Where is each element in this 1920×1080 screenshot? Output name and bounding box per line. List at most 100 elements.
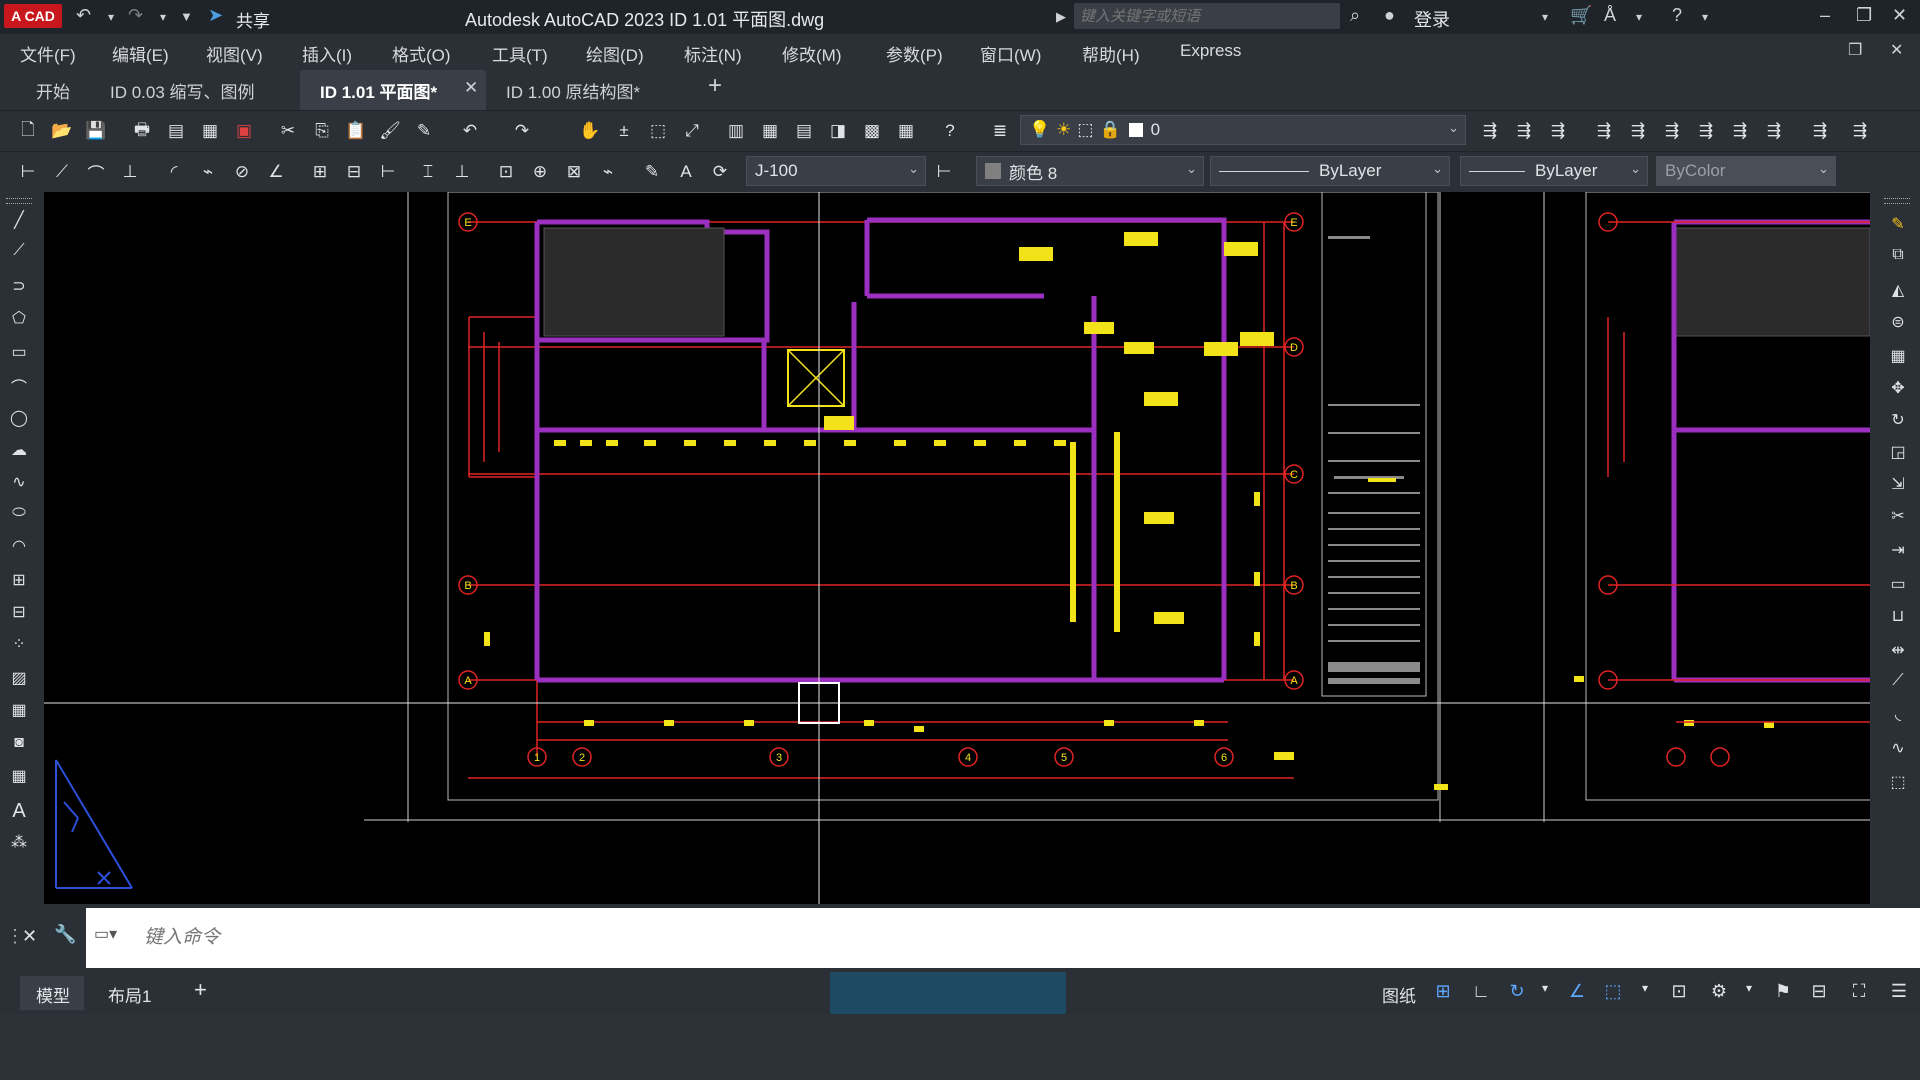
copy-icon[interactable]: ⎘ bbox=[308, 117, 336, 145]
layer-properties-icon[interactable]: ≣ bbox=[986, 117, 1014, 145]
pdf-icon[interactable]: ▣ bbox=[230, 117, 258, 145]
blend-curves-icon[interactable]: ∿ bbox=[1886, 738, 1910, 762]
break-point-icon[interactable]: ▭ bbox=[1886, 574, 1910, 598]
move-icon[interactable]: ✥ bbox=[1886, 378, 1910, 402]
jogged-linear-icon[interactable]: ⌁ bbox=[594, 158, 622, 186]
match-properties-icon[interactable]: 🖌 bbox=[376, 117, 404, 145]
restore-icon[interactable]: ❐ bbox=[1856, 5, 1872, 26]
autodesk-a360-icon[interactable]: Å bbox=[1604, 5, 1616, 26]
doc-close-icon[interactable]: ✕ bbox=[1890, 40, 1903, 60]
fullscreen-icon[interactable]: ⛶ bbox=[1846, 981, 1872, 1007]
radius-dim-icon[interactable]: ◜ bbox=[160, 158, 188, 186]
menu-window[interactable]: 窗口(W) bbox=[980, 41, 1041, 66]
ellipse-icon[interactable]: ⬭ bbox=[7, 504, 31, 528]
pan-icon[interactable]: ✋ bbox=[576, 117, 604, 145]
cut-icon[interactable]: ✂ bbox=[274, 117, 302, 145]
menu-help[interactable]: 帮助(H) bbox=[1082, 41, 1140, 66]
menu-format[interactable]: 格式(O) bbox=[392, 41, 451, 66]
offset-icon[interactable]: ⊜ bbox=[1886, 312, 1910, 336]
angular-dim-icon[interactable]: ∠ bbox=[262, 158, 290, 186]
tool-palettes-icon[interactable]: ▤ bbox=[790, 117, 818, 145]
mirror-icon[interactable]: ◭ bbox=[1886, 280, 1910, 304]
dim-edit-icon[interactable]: ✎ bbox=[638, 158, 666, 186]
tab-start[interactable]: 开始 bbox=[36, 78, 70, 103]
workspace-icon[interactable]: ⊟ bbox=[1806, 981, 1832, 1007]
menu-tools[interactable]: 工具(T) bbox=[492, 41, 548, 66]
isodraft-icon[interactable]: ∠ bbox=[1564, 981, 1590, 1007]
help-toolbar-icon[interactable]: ? bbox=[936, 117, 964, 145]
layer-previous-icon[interactable]: ⇶ bbox=[1510, 117, 1538, 145]
array-icon[interactable]: ▦ bbox=[1886, 346, 1910, 370]
layer-delete-icon[interactable]: ⇶ bbox=[1846, 117, 1874, 145]
rotate-icon[interactable]: ↻ bbox=[1886, 410, 1910, 434]
app-logo[interactable]: A CAD bbox=[4, 4, 62, 28]
tab-structure[interactable]: ID 1.00 原结构图* bbox=[506, 78, 640, 103]
continue-dim-icon[interactable]: ⊢ bbox=[374, 158, 402, 186]
layer-merge-icon[interactable]: ⇶ bbox=[1806, 117, 1834, 145]
center-mark-icon[interactable]: ⊕ bbox=[526, 158, 554, 186]
search-icon[interactable]: ⌕ bbox=[1350, 5, 1360, 26]
linear-dim-icon[interactable]: ⊢ bbox=[14, 158, 42, 186]
dim-update-icon[interactable]: ⟳ bbox=[706, 158, 734, 186]
layer-dropdown[interactable]: 💡 ☀ ⬚ 🔒 0 ⌄ bbox=[1020, 115, 1466, 145]
search-input[interactable] bbox=[1074, 3, 1332, 29]
drawing-area[interactable]: E B A E D C B A 1 2 3 4 5 6 bbox=[44, 192, 1870, 904]
properties-icon[interactable]: ▥ bbox=[722, 117, 750, 145]
plot-icon[interactable]: 🖶 bbox=[128, 117, 156, 145]
polyline-icon[interactable]: ⊃ bbox=[7, 276, 31, 300]
add-selected-icon[interactable]: ⁂ bbox=[7, 832, 31, 856]
break-icon[interactable]: ⊔ bbox=[1886, 606, 1910, 630]
layer-state-icon[interactable]: ⇶ bbox=[1544, 117, 1572, 145]
inspect-icon[interactable]: ⊠ bbox=[560, 158, 588, 186]
polygon-icon[interactable]: ⬠ bbox=[7, 308, 31, 332]
zoom-realtime-icon[interactable]: ± bbox=[610, 117, 638, 145]
new-icon[interactable]: 🗋 bbox=[14, 117, 42, 145]
undo-icon[interactable]: ↶ bbox=[76, 5, 91, 26]
osnap-dropdown-icon[interactable]: ▾ bbox=[1632, 981, 1658, 1007]
search-box[interactable] bbox=[1074, 3, 1340, 29]
menu-parametric[interactable]: 参数(P) bbox=[886, 41, 943, 66]
circle-icon[interactable]: ◯ bbox=[7, 408, 31, 432]
rectangle-icon[interactable]: ▭ bbox=[7, 342, 31, 366]
lineweight-dropdown[interactable]: ByLayer ⌄ bbox=[1460, 156, 1648, 186]
layer-lock-icon[interactable]: ⇶ bbox=[1692, 117, 1720, 145]
help-icon[interactable]: ? bbox=[1672, 5, 1682, 26]
command-input-area[interactable]: ▭▾ bbox=[86, 908, 1920, 968]
join-icon[interactable]: ⇹ bbox=[1886, 640, 1910, 664]
recent-commands-icon[interactable]: ▭▾ bbox=[94, 924, 117, 944]
ordinate-dim-icon[interactable]: ⊥ bbox=[116, 158, 144, 186]
jogged-dim-icon[interactable]: ⌁ bbox=[194, 158, 222, 186]
line-icon[interactable]: ╱ bbox=[7, 210, 31, 234]
settings-dropdown-icon[interactable]: ▾ bbox=[1736, 981, 1762, 1007]
dim-text-edit-icon[interactable]: A bbox=[672, 158, 700, 186]
annotation-monitor-icon[interactable]: ⚑ bbox=[1770, 981, 1796, 1007]
palette-grip[interactable] bbox=[6, 198, 32, 204]
login-dropdown-icon[interactable]: ▾ bbox=[1542, 10, 1548, 24]
menu-draw[interactable]: 绘图(D) bbox=[586, 41, 644, 66]
point-icon[interactable]: ⁘ bbox=[7, 634, 31, 658]
layer-isolate-icon[interactable]: ⇶ bbox=[1590, 117, 1618, 145]
redo-dropdown-icon[interactable]: ▾ bbox=[160, 10, 166, 24]
construction-line-icon[interactable]: ⟋ bbox=[7, 242, 31, 266]
tolerance-icon[interactable]: ⊡ bbox=[492, 158, 520, 186]
region-icon[interactable]: ◙ bbox=[7, 734, 31, 758]
dim-break-icon[interactable]: ⊥ bbox=[448, 158, 476, 186]
explode-icon[interactable]: ⬚ bbox=[1886, 772, 1910, 796]
ortho-icon[interactable]: ∟ bbox=[1468, 981, 1494, 1007]
tab-plan[interactable]: ID 1.01 平面图* bbox=[320, 78, 437, 103]
minimize-icon[interactable]: – bbox=[1820, 5, 1830, 26]
menu-insert[interactable]: 插入(I) bbox=[302, 41, 352, 66]
polar-dropdown-icon[interactable]: ▾ bbox=[1532, 981, 1558, 1007]
sheet-set-icon[interactable]: ◨ bbox=[824, 117, 852, 145]
layer-off-icon[interactable]: ⇶ bbox=[1658, 117, 1686, 145]
arc-length-icon[interactable]: ⌒ bbox=[82, 158, 110, 186]
dimstyle-dropdown[interactable]: J-100 ⌄ bbox=[746, 156, 926, 186]
customization-menu-icon[interactable]: ☰ bbox=[1886, 981, 1912, 1007]
layout-tab[interactable]: 布局1 bbox=[108, 982, 151, 1007]
palette-grip[interactable] bbox=[1884, 198, 1910, 204]
add-layout-icon[interactable]: + bbox=[194, 977, 207, 1003]
layer-walk-icon[interactable]: ⇶ bbox=[1760, 117, 1788, 145]
design-center-icon[interactable]: ▦ bbox=[756, 117, 784, 145]
hatch-icon[interactable]: ▨ bbox=[7, 668, 31, 692]
cmd-customize-icon[interactable]: 🔧 bbox=[54, 924, 76, 945]
